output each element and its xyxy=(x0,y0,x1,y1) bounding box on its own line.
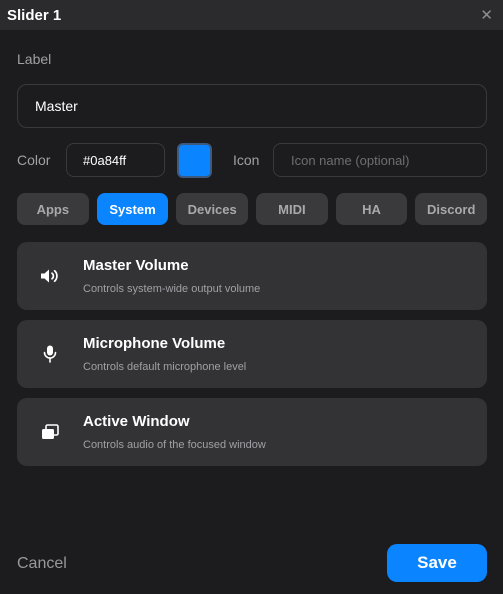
window-stack-icon xyxy=(39,422,61,442)
target-card-master-volume[interactable]: Master Volume Controls system-wide outpu… xyxy=(17,242,487,310)
title-bar: Slider 1 ✕ xyxy=(0,0,503,30)
target-title: Master Volume xyxy=(83,257,189,274)
tab-apps[interactable]: Apps xyxy=(17,193,89,225)
color-swatch-button[interactable] xyxy=(177,143,212,178)
microphone-icon xyxy=(39,344,61,364)
color-caption: Color xyxy=(17,152,51,168)
icon-caption: Icon xyxy=(233,152,260,168)
tab-devices[interactable]: Devices xyxy=(176,193,249,225)
target-card-microphone-volume[interactable]: Microphone Volume Controls default micro… xyxy=(17,320,487,388)
save-button[interactable]: Save xyxy=(387,544,487,582)
label-input[interactable] xyxy=(17,84,487,128)
speaker-icon xyxy=(39,266,61,286)
tab-discord[interactable]: Discord xyxy=(415,193,488,225)
tab-ha[interactable]: HA xyxy=(335,193,408,225)
target-description: Controls audio of the focused window xyxy=(83,439,266,451)
target-description: Controls default microphone level xyxy=(83,361,247,373)
cancel-button[interactable]: Cancel xyxy=(17,555,67,573)
color-hex-input[interactable] xyxy=(66,143,165,177)
target-list: Master Volume Controls system-wide outpu… xyxy=(17,242,487,476)
target-card-active-window[interactable]: Active Window Controls audio of the focu… xyxy=(17,398,487,466)
window-title: Slider 1 xyxy=(7,6,62,24)
label-caption: Label xyxy=(17,51,52,67)
tab-system[interactable]: System xyxy=(96,193,169,225)
target-title: Active Window xyxy=(83,413,190,430)
target-title: Microphone Volume xyxy=(83,335,226,352)
target-description: Controls system-wide output volume xyxy=(83,283,261,295)
tab-midi[interactable]: MIDI xyxy=(256,193,328,225)
close-icon[interactable]: ✕ xyxy=(480,6,493,24)
icon-name-input[interactable] xyxy=(273,143,487,177)
target-category-tabs: Apps System Devices MIDI HA Discord xyxy=(17,193,488,225)
